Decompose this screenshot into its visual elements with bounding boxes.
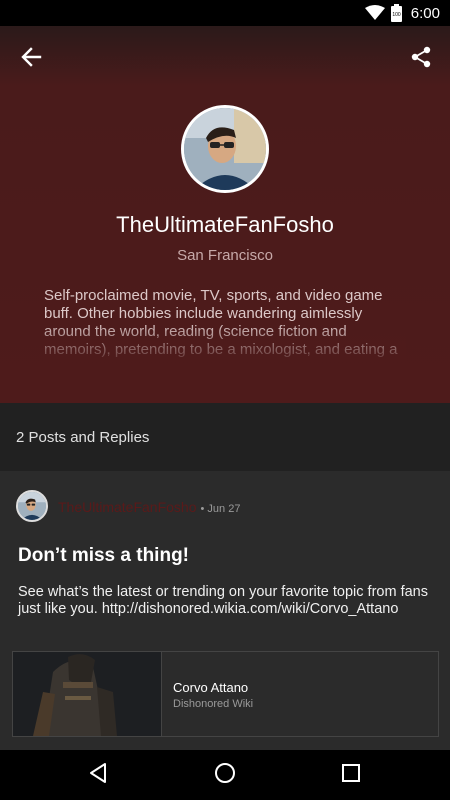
back-button[interactable]	[16, 44, 46, 74]
status-icons: 100 6:00	[364, 0, 450, 26]
link-preview-source: Dishonored Wiki	[173, 698, 254, 710]
post-author-avatar[interactable]	[16, 490, 48, 522]
post-date: • Jun 27	[200, 503, 241, 515]
battery-icon: 100	[390, 4, 402, 22]
link-preview-card[interactable]: Corvo Attano Dishonored Wiki	[12, 651, 439, 737]
profile-header: TheUltimateFanFosho San Francisco Self-p…	[0, 26, 450, 403]
post-body: See what’s the latest or trending on you…	[18, 584, 428, 617]
nav-back-button[interactable]	[85, 762, 111, 788]
nav-recents-button[interactable]	[338, 762, 364, 788]
bio-fade-overlay	[44, 321, 406, 361]
arrow-back-icon	[20, 46, 42, 73]
link-preview-title: Corvo Attano	[173, 680, 249, 695]
nav-recents-icon	[341, 763, 361, 788]
posts-summary-bar: 2 Posts and Replies	[0, 403, 450, 471]
post-author-name[interactable]: TheUltimateFanFosho	[58, 499, 197, 515]
profile-location: San Francisco	[177, 247, 273, 264]
post-meta: TheUltimateFanFosho • Jun 27	[58, 499, 240, 515]
posts-count-label: 2 Posts and Replies	[16, 429, 150, 446]
status-bar: 100 6:00	[0, 0, 450, 26]
nav-home-icon	[214, 762, 236, 789]
profile-avatar	[181, 105, 269, 193]
wifi-icon	[364, 5, 385, 21]
nav-back-icon	[87, 762, 109, 789]
nav-home-button[interactable]	[212, 762, 238, 788]
system-nav-bar	[0, 750, 450, 800]
post-card[interactable]: TheUltimateFanFosho • Jun 27 Don’t miss …	[0, 471, 450, 749]
share-button[interactable]	[406, 44, 436, 74]
profile-bio: Self-proclaimed movie, TV, sports, and v…	[44, 287, 406, 361]
post-title: Don’t miss a thing!	[18, 545, 189, 566]
share-icon	[410, 46, 432, 73]
battery-level: 100	[392, 12, 401, 18]
status-time: 6:00	[410, 4, 440, 22]
profile-name: TheUltimateFanFosho	[116, 212, 334, 237]
link-preview-thumbnail	[13, 652, 162, 736]
